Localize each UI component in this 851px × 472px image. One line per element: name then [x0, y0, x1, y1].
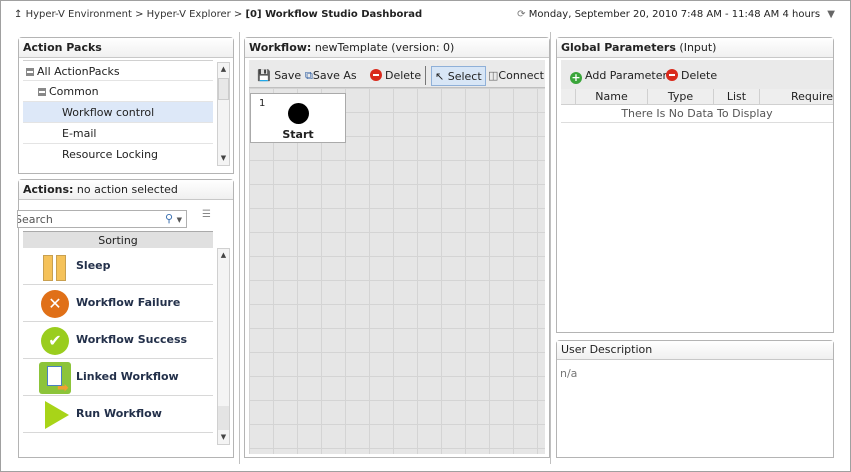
- connect-tool-button[interactable]: ◫Connect: [488, 66, 545, 86]
- actions-scrollbar[interactable]: ▲ ▼: [217, 248, 230, 445]
- pause-icon: [41, 253, 69, 281]
- list-options-icon[interactable]: ☰: [202, 209, 211, 220]
- empty-table-message: There Is No Data To Display: [561, 105, 833, 123]
- panel-header: Actions: no action selected: [19, 180, 233, 200]
- column-header-type[interactable]: Type: [648, 89, 714, 105]
- delete-icon: [666, 69, 678, 81]
- tree-item-common[interactable]: Common: [23, 81, 213, 102]
- panel-header: User Description: [557, 341, 833, 360]
- node-number: 1: [259, 98, 266, 109]
- panel-header: Global Parameters (Input): [557, 38, 833, 58]
- select-tool-button[interactable]: ↖ Select: [431, 66, 486, 86]
- failure-icon: ✕: [41, 290, 69, 318]
- play-icon: [41, 401, 69, 429]
- tree-item-resource-locking[interactable]: Resource Locking: [23, 144, 213, 165]
- delete-parameter-button[interactable]: Delete: [666, 66, 717, 86]
- scroll-down-icon: ▼: [220, 433, 227, 441]
- start-circle-icon: [288, 103, 309, 124]
- save-button[interactable]: 💾 Save: [257, 66, 301, 86]
- panel-header: Action Packs: [19, 38, 233, 58]
- action-item-sleep[interactable]: Sleep: [23, 248, 213, 285]
- column-header-name[interactable]: Name: [576, 89, 648, 105]
- up-icon[interactable]: ↥: [14, 9, 22, 20]
- chevron-down-icon[interactable]: ▼: [827, 9, 835, 20]
- splitter-left[interactable]: [239, 32, 240, 464]
- add-parameter-button[interactable]: + Add Parameter: [570, 66, 667, 86]
- start-node[interactable]: 1 Start: [250, 93, 346, 143]
- action-item-workflow-failure[interactable]: ✕ Workflow Failure: [23, 285, 213, 322]
- success-icon: ✔: [41, 327, 69, 355]
- panel-header: Workflow: newTemplate (version: 0): [245, 38, 549, 58]
- collapse-icon[interactable]: [26, 68, 34, 76]
- breadcrumb: ↥ Hyper-V Environment > Hyper-V Explorer…: [14, 9, 423, 20]
- connect-icon: ◫: [488, 69, 499, 82]
- user-description-text[interactable]: n/a: [557, 360, 833, 387]
- scroll-up-icon: ▲: [220, 65, 227, 73]
- action-packs-scrollbar[interactable]: ▲ ▼: [217, 62, 230, 166]
- action-item-workflow-success[interactable]: ✔ Workflow Success: [23, 322, 213, 359]
- search-input[interactable]: Search ⚲ ▼: [17, 210, 187, 228]
- breadcrumb-current: [0] Workflow Studio Dashborad: [245, 9, 423, 20]
- scroll-down-icon: ▼: [220, 154, 227, 162]
- scroll-thumb[interactable]: [218, 406, 229, 430]
- collapse-icon[interactable]: [38, 88, 46, 96]
- time-range-label: Monday, September 20, 2010 7:48 AM - 11:…: [528, 9, 821, 20]
- column-header-require[interactable]: Require: [760, 89, 833, 105]
- tree-item-all-actionpacks[interactable]: All ActionPacks: [23, 60, 213, 81]
- add-icon: +: [570, 71, 582, 84]
- node-label: Start: [282, 128, 314, 141]
- save-as-icon: ⧉: [305, 69, 313, 82]
- delete-icon: [370, 69, 382, 81]
- save-as-button[interactable]: ⧉Save As: [305, 66, 357, 86]
- tree-item-email[interactable]: E-mail: [23, 123, 213, 144]
- column-header-list[interactable]: List: [714, 89, 760, 105]
- save-icon: 💾: [257, 69, 271, 82]
- scroll-thumb[interactable]: [218, 78, 229, 100]
- time-range-selector[interactable]: ⟳ Monday, September 20, 2010 7:48 AM - 1…: [517, 9, 835, 20]
- breadcrumb-item[interactable]: Hyper-V Environment: [26, 9, 132, 20]
- sorting-header[interactable]: Sorting: [23, 231, 213, 248]
- delete-button[interactable]: Delete: [370, 66, 421, 86]
- scroll-up-icon: ▲: [220, 251, 227, 259]
- refresh-icon: ⟳: [517, 9, 526, 20]
- search-icon[interactable]: ⚲ ▼: [165, 212, 182, 225]
- breadcrumb-item[interactable]: Hyper-V Explorer: [147, 9, 231, 20]
- pointer-icon: ↖: [435, 70, 445, 83]
- action-item-linked-workflow[interactable]: ➡ Linked Workflow: [23, 359, 213, 396]
- toolbar-separator: [425, 66, 426, 85]
- action-item-run-workflow[interactable]: Run Workflow: [23, 396, 213, 433]
- splitter-right[interactable]: [550, 32, 551, 464]
- user-description-panel: User Description n/a: [556, 340, 834, 458]
- linked-workflow-icon: ➡: [39, 362, 71, 396]
- tree-item-workflow-control[interactable]: Workflow control: [23, 102, 213, 123]
